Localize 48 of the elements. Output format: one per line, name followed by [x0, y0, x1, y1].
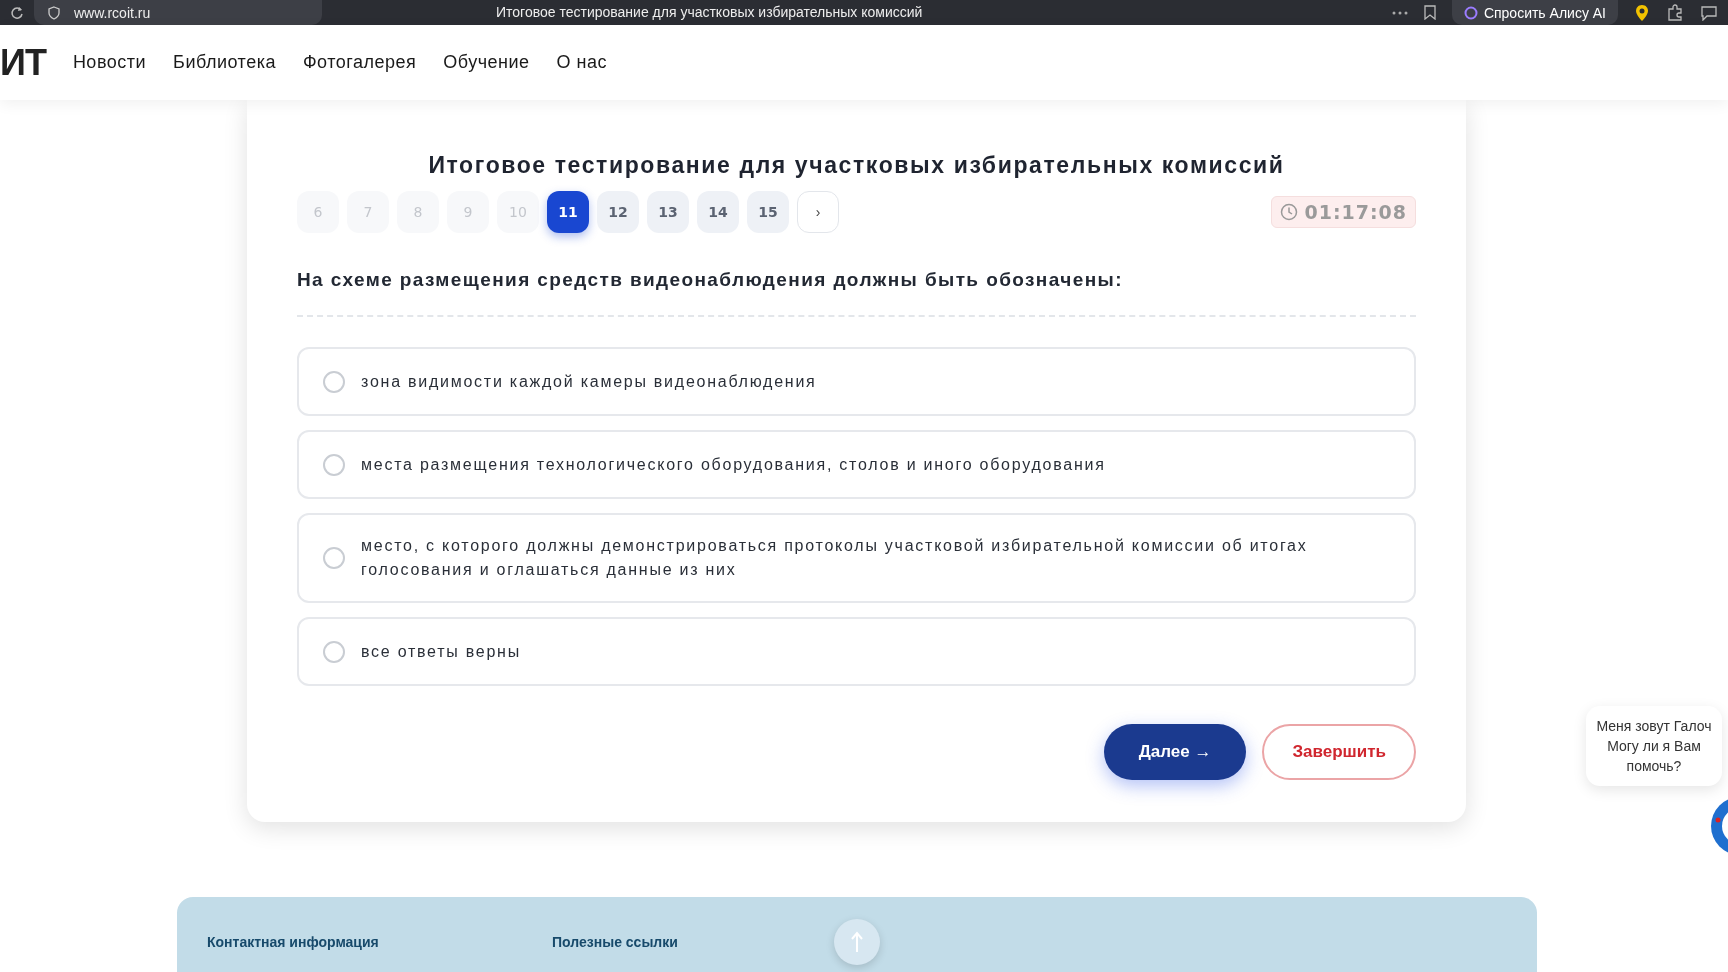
answer-option[interactable]: все ответы верны	[297, 617, 1416, 686]
question-text: На схеме размещения средств видеонаблюдения должны быть обозначены:	[297, 269, 1416, 317]
page-button[interactable]: 15	[747, 191, 789, 233]
puzzle-icon[interactable]	[1666, 3, 1684, 22]
page-button[interactable]: 12	[597, 191, 639, 233]
chat-message-line: помочь?	[1625, 757, 1683, 776]
footer-heading: Полезные ссылки	[552, 934, 678, 950]
address-bar[interactable]: www.rcoit.ru	[74, 4, 151, 21]
timer-text: 01:17:08	[1304, 201, 1407, 223]
more-icon[interactable]	[1391, 10, 1408, 15]
nav-link[interactable]: О нас	[556, 52, 608, 73]
clock-icon	[1280, 203, 1299, 221]
radio-button[interactable]	[323, 547, 345, 569]
next-page-button[interactable]: ›	[797, 191, 839, 233]
next-button[interactable]: Далее →	[1103, 724, 1247, 780]
answer-text: зона видимости каждой камеры видеонаблюдения	[361, 371, 817, 392]
answer-text: места размещения технологического оборудования, столов и иного оборудования	[361, 454, 1106, 475]
nav-link[interactable]: Новости	[72, 52, 147, 73]
answer-text: все ответы верны	[361, 641, 521, 662]
answer-option[interactable]: место, с которого должны демонстрироваться протоколы участковой избирательной комиссии об итогах голосования и оглашаться данные из них	[297, 513, 1416, 603]
answer-option[interactable]: зона видимости каждой камеры видеонаблюдения	[297, 347, 1416, 416]
arrow-up-icon	[850, 931, 864, 953]
nav-link[interactable]: Библиотека	[173, 52, 276, 73]
radio-button[interactable]	[323, 640, 345, 663]
location-pin-icon[interactable]	[1634, 3, 1650, 22]
page-title: Итоговое тестирование для участковых избирательных комиссий	[496, 4, 923, 20]
nav-link[interactable]: Фотогалерея	[302, 52, 417, 73]
answer-text: место, с которого должны демонстрироваться протоколы участковой избирательной комиссии об итогах голосования и оглашаться данные из них	[361, 536, 1309, 580]
footer-heading: Контактная информация	[207, 934, 379, 950]
test-title: Итоговое тестирование для участковых избирательных комиссий	[427, 152, 1286, 179]
chat-bubble[interactable]: Меня зовут Галоч Могу ли я Вам помочь?	[1586, 706, 1722, 786]
reload-icon[interactable]	[10, 5, 24, 20]
site-logo[interactable]: ИТ	[0, 41, 46, 84]
assistant-button[interactable]: Спросить Алису AI	[1451, 0, 1618, 25]
chat-message-line: Могу ли я Вам	[1606, 737, 1702, 756]
bookmark-icon[interactable]	[1423, 5, 1436, 20]
chat-message-line: Меня зовут Галоч	[1595, 717, 1713, 736]
page-button[interactable]: 14	[697, 191, 739, 233]
answer-option[interactable]: места размещения технологического оборудования, столов и иного оборудования	[297, 430, 1416, 499]
shield-icon	[48, 5, 60, 20]
nav-link[interactable]: Обучение	[443, 52, 530, 73]
radio-button[interactable]	[323, 370, 345, 393]
page-button[interactable]: 13	[647, 191, 689, 233]
radio-button[interactable]	[323, 453, 345, 476]
page-button[interactable]: 11	[547, 191, 589, 233]
finish-button[interactable]: Завершить	[1262, 724, 1416, 780]
chat-icon[interactable]	[1700, 4, 1718, 21]
ring-icon	[1463, 5, 1478, 20]
